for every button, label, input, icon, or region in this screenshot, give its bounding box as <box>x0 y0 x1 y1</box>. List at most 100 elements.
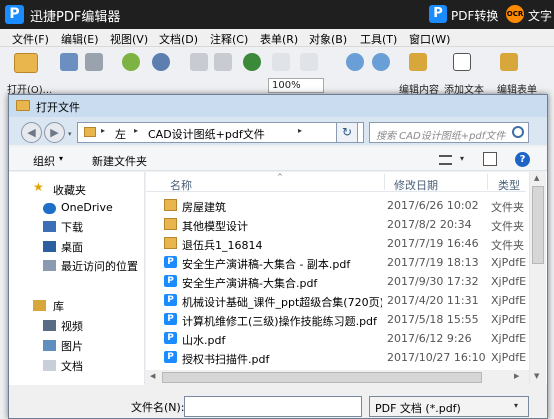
recent-locations-dropdown[interactable]: ▾ <box>68 130 72 138</box>
scroll-down-icon[interactable]: ▼ <box>534 372 539 380</box>
organize-button[interactable]: 组织 <box>33 153 55 169</box>
dialog-title: 打开文件 <box>36 101 80 114</box>
menu-window[interactable]: 窗口(W) <box>409 31 450 47</box>
search-icon[interactable] <box>512 126 524 138</box>
edit-form-icon[interactable] <box>500 53 518 71</box>
menu-file[interactable]: 文件(F) <box>12 31 49 47</box>
sidebar-item-pictures[interactable]: 图片 <box>61 338 83 354</box>
folder-icon <box>84 127 96 137</box>
back-arrow-icon[interactable] <box>122 53 140 71</box>
fit-page-icon[interactable] <box>272 53 290 71</box>
zoom-level-field[interactable]: 100% <box>268 78 324 93</box>
file-row[interactable]: 退伍兵1_16814 2017/7/19 16:46 文件夹 <box>164 234 526 253</box>
menu-object[interactable]: 对象(B) <box>309 31 347 47</box>
menu-view[interactable]: 视图(V) <box>110 31 148 47</box>
print-icon[interactable] <box>85 53 103 71</box>
navigation-bar: ◀ ▶ ▾ ▸ 左 ▸ CAD设计图纸+pdf文件 ▸ ▾ ↻ 搜索 CAD设计… <box>9 117 547 145</box>
file-modified-date: 2017/7/19 18:13 <box>387 256 479 269</box>
zoom-in-icon[interactable] <box>346 53 364 71</box>
chevron-down-icon[interactable]: ▾ <box>514 401 518 410</box>
view-mode-dropdown-icon[interactable]: ▾ <box>460 154 464 163</box>
file-name: 机械设计基础_课件_ppt超级合集(720页)... <box>182 296 382 309</box>
file-row[interactable]: P 机械设计基础_课件_ppt超级合集(720页)... 2017/4/20 11:… <box>164 291 526 310</box>
horizontal-scrollbar[interactable]: ◀ ▶ <box>146 370 529 385</box>
new-folder-button[interactable]: 新建文件夹 <box>92 153 147 169</box>
help-icon[interactable]: ? <box>515 152 530 167</box>
menu-tools[interactable]: 工具(T) <box>360 31 397 47</box>
scroll-right-icon[interactable]: ▶ <box>514 372 519 380</box>
file-modified-date: 2017/5/18 15:55 <box>387 313 479 326</box>
sidebar-item-onedrive[interactable]: OneDrive <box>61 201 113 214</box>
ocr-button[interactable]: 文字 <box>528 7 552 24</box>
horizontal-scroll-thumb[interactable] <box>162 372 482 383</box>
file-modified-date: 2017/7/19 16:46 <box>387 237 479 250</box>
file-type: XjPdfE <box>491 275 527 288</box>
view-mode-icon[interactable] <box>439 155 452 165</box>
rotate-icon[interactable] <box>243 53 261 71</box>
file-modified-date: 2017/8/2 20:34 <box>387 218 472 231</box>
vertical-scroll-thumb[interactable] <box>532 186 544 264</box>
open-folder-icon[interactable] <box>14 53 38 73</box>
address-bar[interactable]: ▸ 左 ▸ CAD设计图纸+pdf文件 ▸ ▾ <box>77 122 364 143</box>
file-row[interactable]: P 计算机维修工(三级)操作技能练习题.pdf 2017/5/18 15:55 XjP… <box>164 310 526 329</box>
breadcrumb-separator[interactable]: ▸ <box>298 126 302 135</box>
vertical-scrollbar[interactable]: ▲ ▼ <box>529 172 546 385</box>
pdf-convert-button[interactable]: PDF转换 <box>451 7 498 24</box>
sidebar-item-videos[interactable]: 视频 <box>61 318 83 334</box>
refresh-button[interactable]: ↻ <box>336 122 358 143</box>
scroll-left-icon[interactable]: ◀ <box>150 372 155 380</box>
breadcrumb-separator[interactable]: ▸ <box>134 126 138 135</box>
file-modified-date: 2017/6/12 9:26 <box>387 332 472 345</box>
pdf-convert-icon[interactable]: P <box>429 5 447 23</box>
file-row[interactable]: P 安全生产演讲稿-大集合.pdf 2017/9/30 17:32 XjPdfE <box>164 272 526 291</box>
menu-comment[interactable]: 注释(C) <box>210 31 248 47</box>
scroll-up-icon[interactable]: ▲ <box>534 174 539 182</box>
preview-pane-icon[interactable] <box>483 152 497 166</box>
file-row[interactable]: P 安全生产演讲稿-大集合 - 副本.pdf 2017/7/19 18:13 XjPd… <box>164 253 526 272</box>
file-type: 文件夹 <box>491 220 524 233</box>
column-header-date[interactable]: 修改日期 <box>394 177 438 193</box>
save-icon[interactable] <box>60 53 78 71</box>
column-divider[interactable] <box>487 174 488 190</box>
sidebar-item-libraries[interactable]: 库 <box>53 298 64 314</box>
file-name: 其他模型设计 <box>182 220 248 233</box>
menu-form[interactable]: 表单(R) <box>260 31 298 47</box>
sidebar-item-desktop[interactable]: 桌面 <box>61 239 83 255</box>
menu-edit[interactable]: 编辑(E) <box>61 31 99 47</box>
sidebar-item-documents[interactable]: 文档 <box>61 358 83 374</box>
add-text-icon[interactable] <box>453 53 471 71</box>
column-headers: ^ 名称 修改日期 类型 <box>146 172 526 192</box>
ocr-icon[interactable]: OCR <box>506 5 524 23</box>
file-modified-date: 2017/6/26 10:02 <box>387 199 479 212</box>
star-icon: ★ <box>33 180 44 194</box>
file-row[interactable]: 房屋建筑 2017/6/26 10:02 文件夹 <box>164 196 526 215</box>
edit-content-icon[interactable] <box>409 53 427 71</box>
organize-dropdown-icon[interactable]: ▾ <box>59 154 63 163</box>
file-row[interactable]: P 山水.pdf 2017/6/12 9:26 XjPdfE <box>164 329 526 348</box>
zoom-out-icon[interactable] <box>372 53 390 71</box>
breadcrumb-item-folder[interactable]: CAD设计图纸+pdf文件 <box>148 126 265 142</box>
select-tool-icon[interactable] <box>214 53 232 71</box>
menu-document[interactable]: 文档(D) <box>159 31 198 47</box>
file-row[interactable]: P 授权书扫描件.pdf 2017/10/27 16:10 XjPdfE <box>164 348 526 367</box>
breadcrumb-item-left[interactable]: 左 <box>115 126 126 142</box>
breadcrumb-separator[interactable]: ▸ <box>101 126 105 135</box>
sidebar-item-downloads[interactable]: 下载 <box>61 219 83 235</box>
filetype-select[interactable]: PDF 文档 (*.pdf) ▾ <box>369 396 529 417</box>
video-icon <box>43 320 56 331</box>
search-input[interactable]: 搜索 CAD设计图纸+pdf文件 <box>369 122 529 143</box>
file-row[interactable]: 其他模型设计 2017/8/2 20:34 文件夹 <box>164 215 526 234</box>
sidebar-item-favorites[interactable]: 收藏夹 <box>53 182 86 198</box>
pdf-file-icon: P <box>164 351 177 363</box>
column-header-name[interactable]: 名称 <box>170 177 192 193</box>
file-name: 山水.pdf <box>182 334 226 347</box>
sidebar-item-recent[interactable]: 最近访问的位置 <box>61 258 138 274</box>
fit-width-icon[interactable] <box>300 53 318 71</box>
forward-button[interactable]: ▶ <box>44 122 65 143</box>
back-button[interactable]: ◀ <box>21 122 42 143</box>
filename-input[interactable] <box>184 396 362 417</box>
hand-tool-icon[interactable] <box>190 53 208 71</box>
column-divider[interactable] <box>384 174 385 190</box>
column-header-type[interactable]: 类型 <box>498 177 520 193</box>
undo-icon[interactable] <box>152 53 170 71</box>
